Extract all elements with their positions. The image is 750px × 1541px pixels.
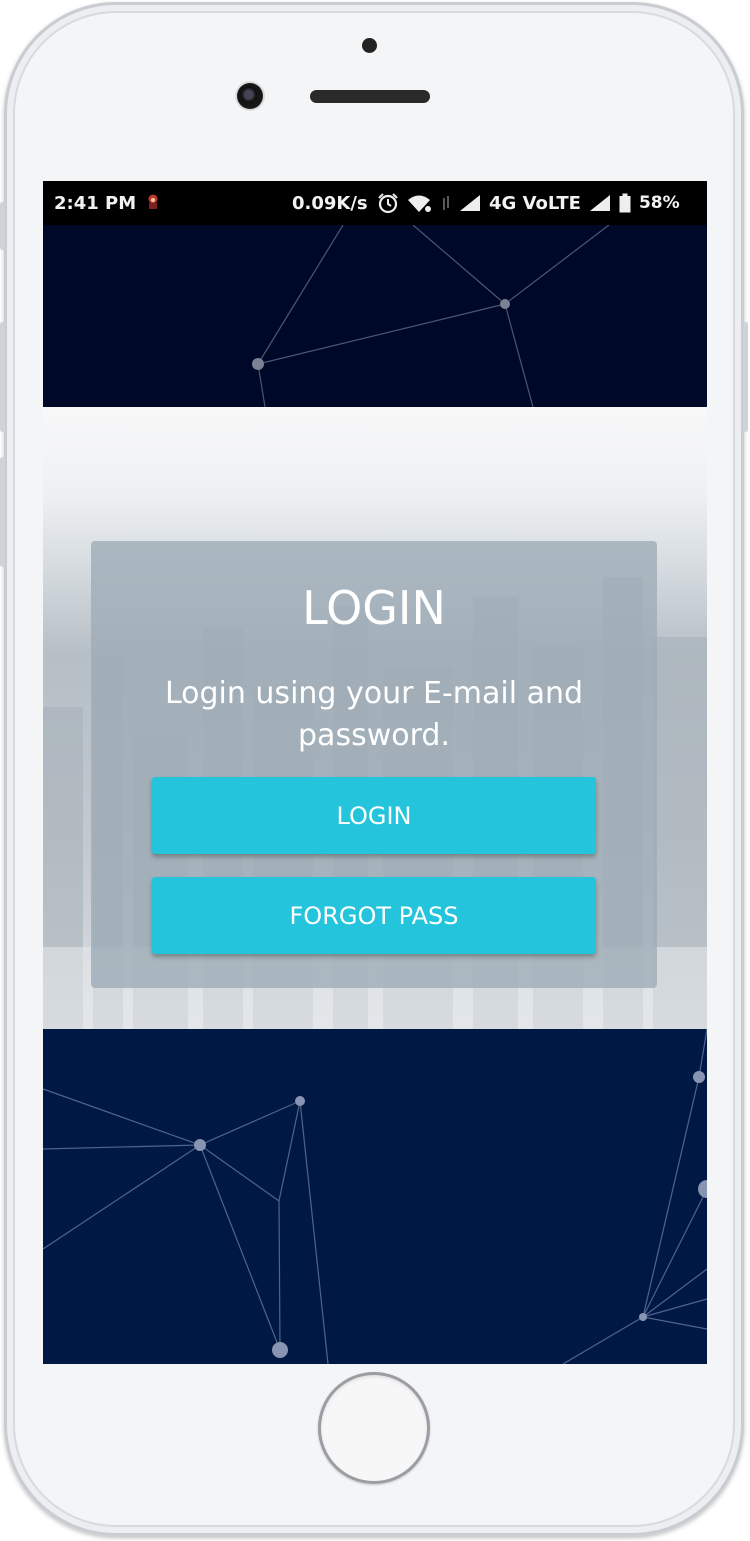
earpiece-speaker (310, 90, 430, 103)
notification-avatar-icon (146, 194, 160, 212)
city-background: LOGIN Login using your E-mail and passwo… (43, 407, 707, 1029)
front-camera (237, 83, 263, 109)
signal-icon (459, 194, 481, 212)
login-card: LOGIN Login using your E-mail and passwo… (91, 541, 657, 988)
forgot-pass-button[interactable]: FORGOT PASS (152, 877, 596, 954)
network-graphic-bottom (43, 1029, 707, 1364)
sensor-dot (362, 38, 377, 53)
battery-percent: 58% (638, 193, 680, 213)
home-button[interactable] (318, 1372, 430, 1484)
phone-screen: 2:41 PM 0.09K/s 4G VoLTE 58% LOGIN Login… (43, 181, 707, 1364)
mute-switch (0, 202, 5, 250)
login-title: LOGIN (302, 581, 446, 635)
login-subtitle: Login using your E-mail and password. (164, 676, 584, 753)
network-graphic-top (43, 225, 707, 407)
volume-down-button (0, 457, 5, 567)
wifi-icon (407, 193, 433, 213)
network-type: 4G VoLTE (489, 192, 581, 214)
data-arrows-icon (441, 194, 451, 212)
battery-icon (619, 193, 631, 213)
login-button[interactable]: LOGIN (152, 777, 596, 854)
signal-icon-2 (589, 194, 611, 212)
volume-up-button (0, 322, 5, 432)
power-button (743, 322, 748, 432)
status-bar: 2:41 PM 0.09K/s 4G VoLTE 58% (43, 181, 707, 225)
alarm-icon (377, 192, 399, 214)
status-data-speed: 0.09K/s (292, 193, 368, 214)
status-time: 2:41 PM (54, 193, 137, 214)
